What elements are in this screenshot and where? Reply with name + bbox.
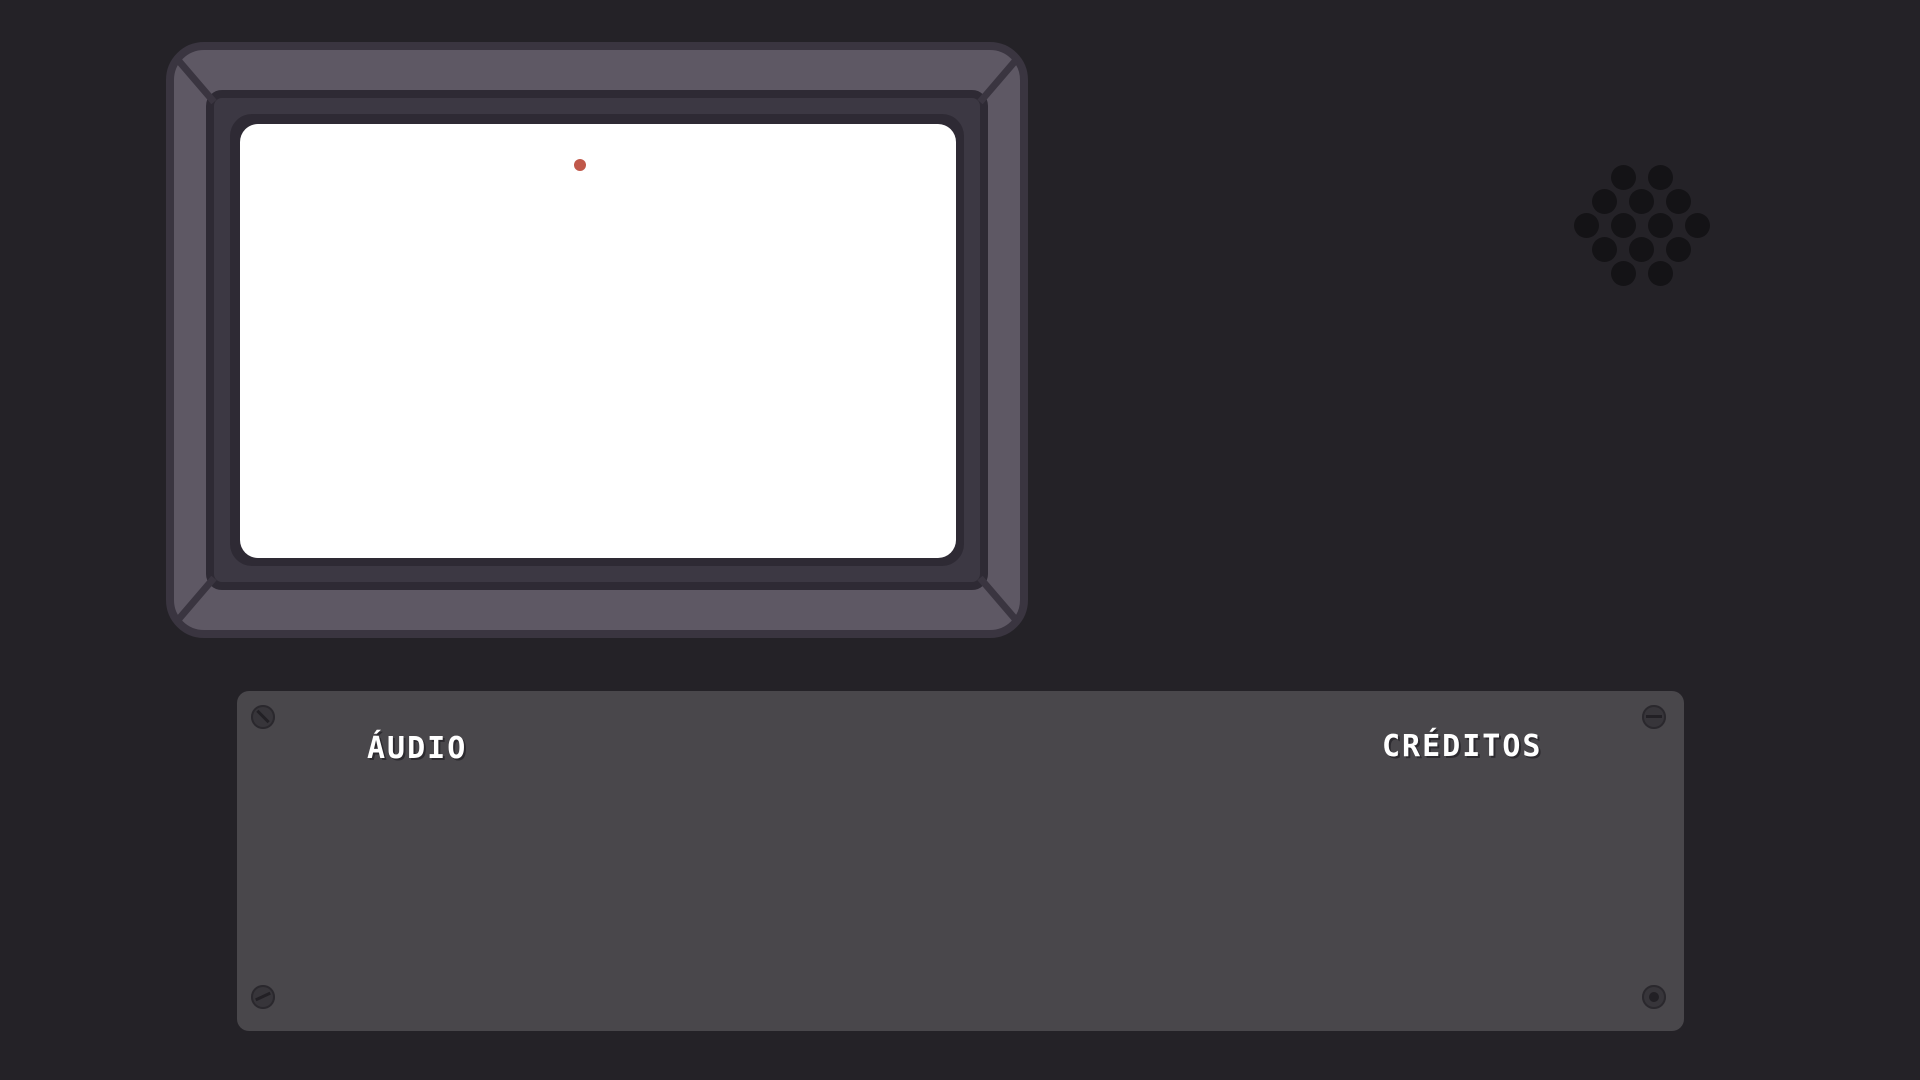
crt-monitor bbox=[166, 42, 1028, 638]
credits-button[interactable]: CRÉDITOS bbox=[1382, 729, 1543, 764]
screw-icon bbox=[251, 985, 275, 1009]
audio-button[interactable]: ÁUDIO bbox=[367, 731, 467, 766]
screw-icon bbox=[251, 705, 275, 729]
speaker-grille-icon bbox=[1570, 160, 1720, 290]
retro-console: ÁUDIO CRÉDITOS bbox=[0, 0, 1920, 1080]
power-led-icon bbox=[574, 159, 586, 171]
screw-icon bbox=[1642, 705, 1666, 729]
screen-display[interactable] bbox=[240, 124, 956, 558]
screw-icon bbox=[1642, 985, 1666, 1009]
control-panel: ÁUDIO CRÉDITOS bbox=[237, 691, 1684, 1031]
